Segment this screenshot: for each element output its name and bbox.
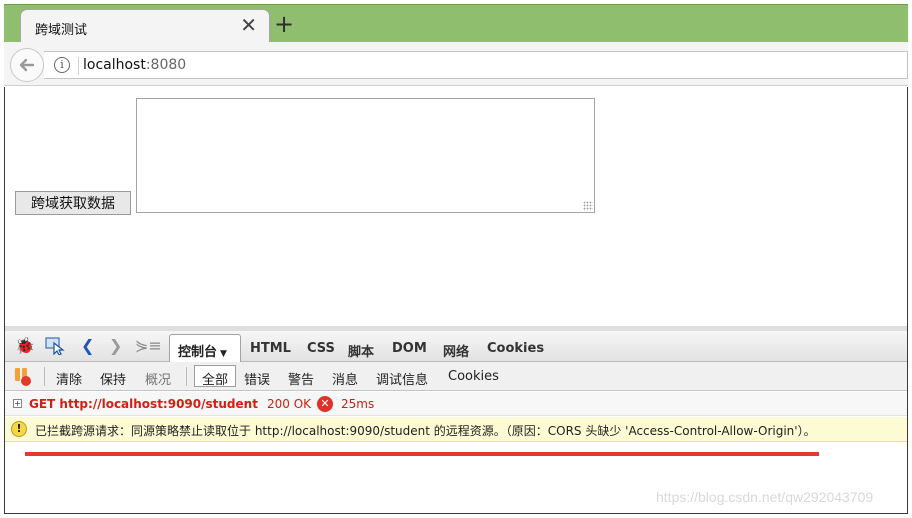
navigation-bar: i localhost:8080 <box>4 42 908 86</box>
command-line-icon[interactable]: ⋟≡ <box>135 337 162 355</box>
filter-errors-button[interactable]: 错误 <box>244 369 270 388</box>
page-content: 跨域获取数据 <box>4 87 908 326</box>
filter-cookies-button[interactable]: Cookies <box>448 369 499 384</box>
warning-icon: ! <box>11 421 27 437</box>
chevron-right-icon[interactable]: ❯ <box>109 337 122 355</box>
request-url[interactable]: GET http://localhost:9090/student <box>29 397 258 411</box>
subbar-separator <box>186 367 187 386</box>
tab-dom[interactable]: DOM <box>392 341 427 356</box>
clear-button[interactable]: 清除 <box>56 369 82 388</box>
back-arrow-icon <box>19 58 35 72</box>
textarea-resize-grip[interactable] <box>583 201 593 211</box>
persist-button[interactable]: 保持 <box>100 369 126 388</box>
break-on-error-icon[interactable] <box>15 368 31 386</box>
devtools-panel: 🐞 ❮ ❯ ⋟≡ 控制台 ▼ HTML CSS 脚本 DOM 网络 Cookies… <box>4 326 908 514</box>
inspect-cursor-svg <box>45 337 65 356</box>
expand-icon[interactable]: + <box>13 399 22 408</box>
network-log-row[interactable]: + GET http://localhost:9090/student 200 … <box>5 392 907 416</box>
tab-title: 跨域测试 <box>35 23 88 38</box>
new-tab-button[interactable]: + <box>274 12 294 36</box>
tab-console[interactable]: 控制台 ▼ <box>169 334 241 363</box>
result-textarea[interactable] <box>136 98 595 213</box>
firebug-icon[interactable]: 🐞 <box>15 337 35 355</box>
tab-close-icon[interactable]: ✕ <box>240 15 257 35</box>
tab-script[interactable]: 脚本 <box>348 341 374 360</box>
cors-warning-message: 已拦截跨源请求：同源策略禁止读取位于 http://localhost:9090… <box>35 424 816 438</box>
filter-all-button[interactable]: 全部 <box>194 365 236 388</box>
profile-button[interactable]: 概况 <box>145 369 171 388</box>
tab-console-label: 控制台 <box>178 345 218 360</box>
back-button[interactable] <box>10 48 44 82</box>
tab-cookies[interactable]: Cookies <box>487 341 544 356</box>
browser-tab[interactable]: 跨域测试 ✕ <box>20 9 270 43</box>
url-text[interactable]: localhost:8080 <box>83 57 186 73</box>
url-separator <box>78 57 79 75</box>
url-host: localhost <box>83 57 146 73</box>
annotation-underline <box>25 452 819 456</box>
devtools-toolbar: 🐞 ❮ ❯ ⋟≡ 控制台 ▼ HTML CSS 脚本 DOM 网络 Cookies <box>5 331 907 363</box>
stop-dot <box>21 376 31 386</box>
url-port: :8080 <box>145 57 187 73</box>
tab-strip: 跨域测试 ✕ + <box>4 4 908 43</box>
watermark-text: https://blog.csdn.net/qw292043709 <box>656 489 874 505</box>
subbar-separator <box>44 367 45 386</box>
cors-warning-row: ! 已拦截跨源请求：同源策略禁止读取位于 http://localhost:90… <box>5 417 907 442</box>
request-time: 25ms <box>341 397 375 411</box>
url-bar[interactable]: i localhost:8080 <box>44 51 908 79</box>
cross-origin-fetch-button[interactable]: 跨域获取数据 <box>15 191 131 215</box>
chevron-left-icon[interactable]: ❮ <box>81 337 94 355</box>
tab-network[interactable]: 网络 <box>443 341 469 360</box>
pause-bar-left <box>15 368 20 381</box>
console-subtoolbar: 清除 保持 概况 全部 错误 警告 消息 调试信息 Cookies <box>5 362 907 391</box>
filter-debug-button[interactable]: 调试信息 <box>376 369 428 388</box>
tab-css[interactable]: CSS <box>307 341 335 356</box>
tab-html[interactable]: HTML <box>250 341 291 356</box>
site-info-icon[interactable]: i <box>54 57 70 73</box>
filter-warnings-button[interactable]: 警告 <box>288 369 314 388</box>
chevron-down-icon: ▼ <box>220 349 227 359</box>
filter-info-button[interactable]: 消息 <box>332 369 358 388</box>
request-status: 200 OK <box>267 397 312 411</box>
error-icon: ✕ <box>317 396 333 412</box>
inspect-element-icon[interactable] <box>45 337 65 359</box>
